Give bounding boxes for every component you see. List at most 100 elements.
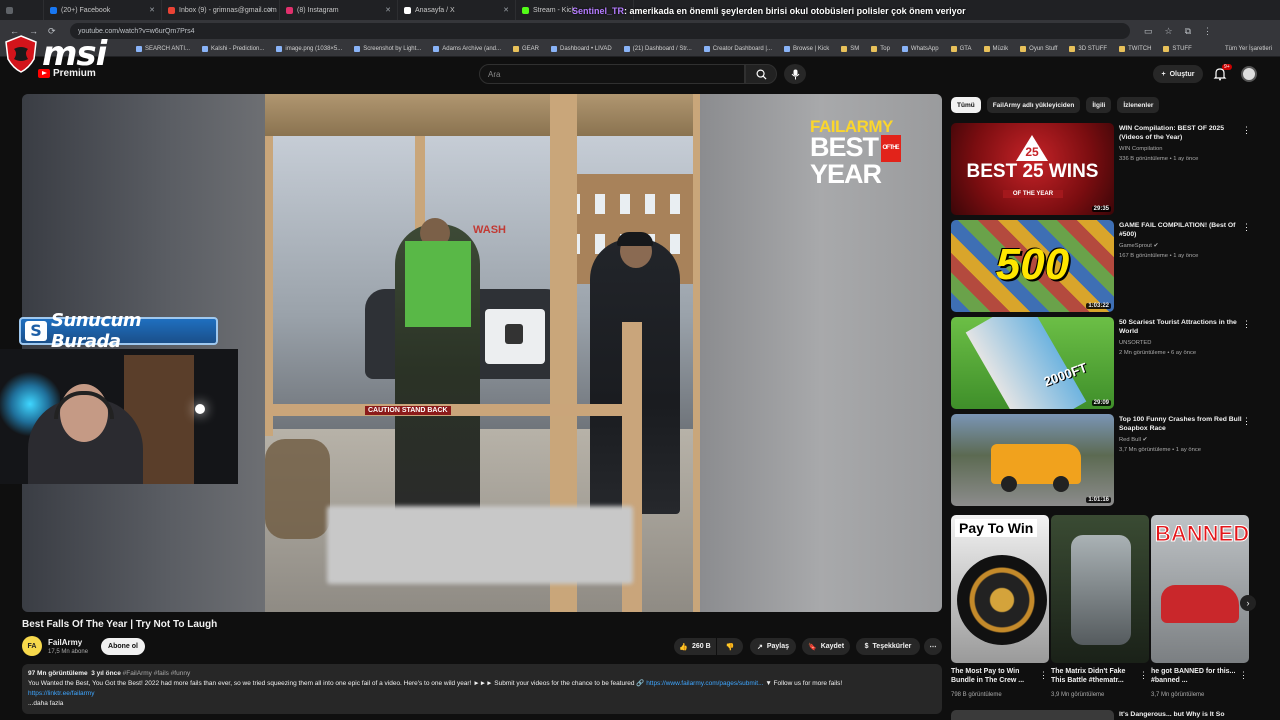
kebab-icon[interactable]: ⋮ — [1242, 319, 1251, 330]
short-thumbnail[interactable]: Pay To Win — [951, 515, 1049, 663]
short-thumbnail[interactable] — [1051, 515, 1149, 663]
instagram-icon — [286, 6, 293, 14]
short-thumbnail[interactable]: BANNED — [1151, 515, 1249, 663]
rec-thumbnail[interactable]: 25 BEST 25 WINS OF THE YEAR 29:35 — [951, 123, 1114, 215]
bookmark-item[interactable]: GTA — [945, 46, 978, 52]
voice-search-button[interactable] — [784, 64, 806, 84]
channel-name[interactable]: FailArmy — [48, 638, 82, 647]
more-actions-button[interactable]: ⋯ — [924, 638, 942, 655]
thanks-button[interactable]: $ Teşekkürler — [856, 638, 920, 655]
kebab-icon[interactable]: ⋮ — [1039, 670, 1048, 681]
rec-item[interactable]: 25 BEST 25 WINS OF THE YEAR 29:35 WIN Co… — [951, 123, 1261, 215]
tab-facebook[interactable]: (20+) Facebook ✕ — [44, 0, 162, 20]
rec-thumbnail[interactable]: 500 1:03:22 — [951, 220, 1114, 312]
rec-meta: 167 B görüntüleme • 1 ay önce — [1119, 253, 1199, 259]
short-title[interactable]: The Matrix Didn't Fake This Battle #them… — [1051, 667, 1137, 685]
bookmark-item[interactable]: Oyun Stuff — [1014, 46, 1063, 52]
rec-channel[interactable]: GameSprout ✔ — [1119, 243, 1158, 249]
bookmark-item[interactable]: Browse | Kick — [778, 46, 835, 52]
close-icon[interactable]: ✕ — [267, 6, 273, 14]
bookmark-item[interactable]: Creator Dashboard |... — [698, 46, 778, 52]
rec-item[interactable]: 500 1:03:22 GAME FAIL COMPILATION! (Best… — [951, 220, 1261, 312]
kebab-icon[interactable]: ⋮ — [1139, 670, 1148, 681]
cast-icon[interactable]: ▭ — [1144, 26, 1153, 37]
chat-user: Sentinel_TR — [572, 6, 625, 16]
filter-chip[interactable]: Tümü — [951, 97, 981, 113]
rec-title[interactable]: GAME FAIL COMPILATION! (Best Of #500) — [1119, 221, 1247, 239]
rec-channel[interactable]: UNSORTED — [1119, 340, 1151, 346]
bookmark-item[interactable]: Adams Archive (and... — [427, 46, 507, 52]
filter-chip[interactable]: İlgili — [1086, 97, 1112, 113]
facebook-icon — [50, 6, 57, 14]
bookmark-item[interactable]: image.png (1038×5... — [270, 46, 348, 52]
bookmark-item[interactable]: GEAR — [507, 46, 545, 52]
linktree-link[interactable]: https://linktr.ee/failarmy — [28, 690, 94, 697]
filter-chip[interactable]: İzlenenler — [1117, 97, 1160, 113]
rec-thumbnail[interactable]: 2000FT 29:09 — [951, 317, 1114, 409]
bookmark-item[interactable]: Dashboard • LIVAD — [545, 46, 618, 52]
short-title[interactable]: he got BANNED for this... #banned ... — [1151, 667, 1237, 685]
bookmark-item[interactable]: STUFF — [1157, 46, 1197, 52]
rec-title[interactable]: 50 Scariest Tourist Attractions in the W… — [1119, 318, 1247, 336]
share-button[interactable]: ↗ Paylaş — [750, 638, 796, 655]
close-icon[interactable]: ✕ — [503, 6, 509, 14]
bookmark-icon — [354, 46, 361, 52]
rec-title[interactable]: Top 100 Funny Crashes from Red Bull Soap… — [1119, 415, 1247, 433]
bookmark-item[interactable]: Kalshi - Prediction... — [196, 46, 270, 52]
like-button[interactable]: 👍 260 B — [674, 638, 716, 655]
bookmark-item[interactable]: SM — [835, 46, 865, 52]
bookmark-item[interactable]: TWITCH — [1113, 46, 1157, 52]
close-icon[interactable]: ✕ — [149, 6, 155, 14]
show-more[interactable]: ...daha fazla — [28, 699, 936, 709]
rec-meta: 336 B görüntüleme • 1 ay önce — [1119, 156, 1199, 162]
dislike-button[interactable]: 👎 — [717, 638, 743, 655]
bookmark-item[interactable]: Müzik — [978, 46, 1015, 52]
youtube-logo[interactable]: Premium — [38, 68, 96, 79]
rec-item[interactable]: 1:01:16 Top 100 Funny Crashes from Red B… — [951, 414, 1261, 506]
folder-icon — [983, 46, 990, 52]
search-input[interactable]: Ara — [479, 64, 745, 84]
bookmark-icon — [202, 46, 209, 52]
url-field[interactable]: youtube.com/watch?v=w6urQm7Prs4 — [70, 23, 1130, 39]
create-button[interactable]: + Oluştur — [1153, 65, 1203, 83]
menu-icon[interactable]: ⋮ — [1203, 26, 1212, 37]
chevron-right-icon[interactable]: › — [1240, 595, 1256, 611]
rec-channel[interactable]: WIN Compilation — [1119, 146, 1163, 152]
bookmark-item[interactable]: 3D STUFF — [1063, 46, 1113, 52]
save-button[interactable]: 🔖 Kaydet — [802, 638, 850, 655]
star-icon[interactable]: ☆ — [1165, 26, 1173, 37]
bookmark-item[interactable]: (21) Dashboard / Str... — [618, 46, 698, 52]
kebab-icon[interactable]: ⋮ — [1242, 125, 1251, 136]
tab-gmail[interactable]: Inbox (9) - grimnas@gmail.com ✕ — [162, 0, 280, 20]
submit-link[interactable]: https://www.failarmy.com/pages/submit... — [646, 680, 763, 687]
account-avatar[interactable] — [1241, 66, 1257, 82]
rec-item[interactable]: 2000FT 29:09 50 Scariest Tourist Attract… — [951, 317, 1261, 409]
rec-title[interactable]: WIN Compilation: BEST OF 2025 (Videos of… — [1119, 124, 1247, 142]
tab-x[interactable]: Anasayfa / X ✕ — [398, 0, 516, 20]
channel-avatar[interactable]: FA — [22, 636, 42, 656]
bookmark-item[interactable]: Top — [865, 46, 896, 52]
bookmark-item[interactable]: WhatsApp — [896, 46, 945, 52]
search-button[interactable] — [745, 64, 777, 84]
svg-text:25: 25 — [1025, 145, 1039, 159]
kebab-icon[interactable]: ⋮ — [1239, 670, 1248, 681]
rec-title[interactable]: It's Dangerous... but Why is It So — [1119, 711, 1224, 718]
hashtags[interactable]: #FailArmy #fails #funny — [123, 670, 191, 677]
rec-thumbnail[interactable]: 1:01:16 — [951, 414, 1114, 506]
kebab-icon[interactable]: ⋮ — [1242, 416, 1251, 427]
rec-channel[interactable]: Red Bull ✔ — [1119, 437, 1147, 443]
duration: 29:09 — [1091, 400, 1111, 406]
extensions-icon[interactable]: ⧉ — [1185, 26, 1191, 37]
kebab-icon[interactable]: ⋮ — [1242, 222, 1251, 233]
close-icon[interactable]: ✕ — [385, 6, 391, 14]
rec-item[interactable]: It's Dangerous... but Why is It So — [951, 710, 1261, 720]
tab-0[interactable] — [0, 0, 44, 20]
short-title[interactable]: The Most Pay to Win Bundle in The Crew .… — [951, 667, 1037, 685]
all-bookmarks[interactable]: Tüm Yer İşaretleri — [1225, 46, 1272, 52]
tab-label: Inbox (9) - grimnas@gmail.com — [179, 6, 277, 14]
filter-chip[interactable]: FailArmy adlı yükleyiciden — [986, 97, 1081, 113]
description-box[interactable]: 97 Mn görüntüleme 3 yıl önce #FailArmy #… — [22, 664, 942, 714]
bookmark-item[interactable]: Screenshot by Light... — [348, 46, 427, 52]
tab-instagram[interactable]: (8) Instagram ✕ — [280, 0, 398, 20]
subscribe-button[interactable]: Abone ol — [101, 638, 145, 655]
